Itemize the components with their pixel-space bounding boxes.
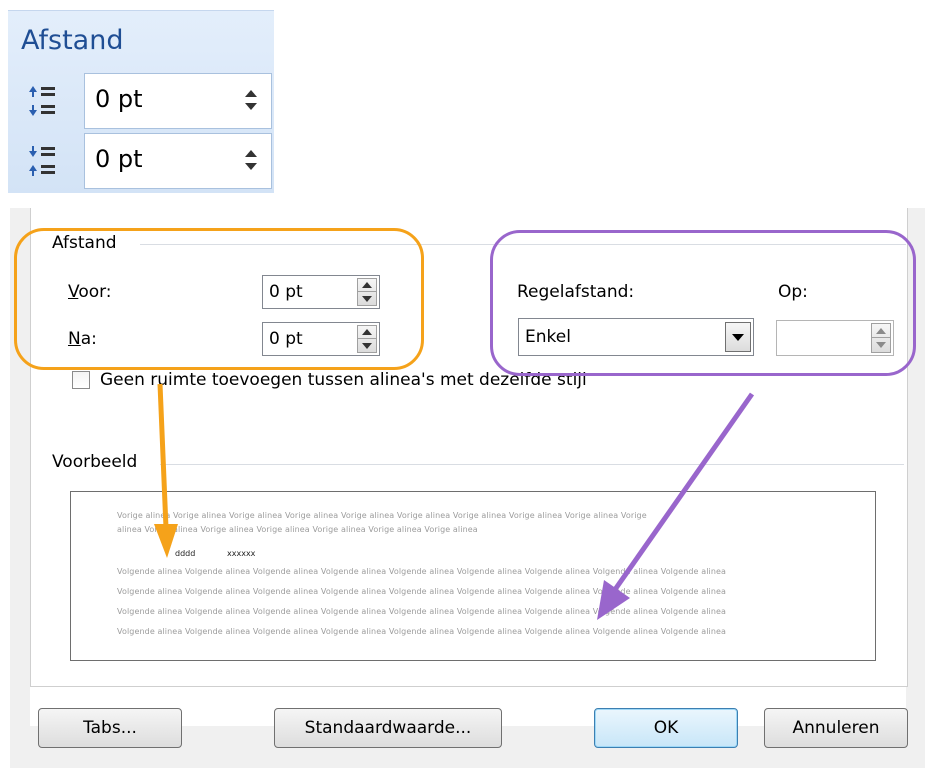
- ribbon-group-title: Afstand: [21, 25, 124, 56]
- section-preview-title: Voorbeeld: [50, 452, 140, 472]
- preview-previous-line: Vorige alinea Vorige alinea Vorige aline…: [117, 511, 647, 520]
- section-divider: [160, 464, 904, 465]
- spacing-before-value: 0 pt: [95, 85, 143, 113]
- spacing-after-value: 0 pt: [95, 145, 143, 173]
- preview-current-text: xxxxxx: [227, 549, 256, 558]
- paragraph-preview: Vorige alinea Vorige alinea Vorige aline…: [70, 491, 876, 661]
- preview-next-line: Volgende alinea Volgende alinea Volgende…: [117, 567, 727, 576]
- spin-arrows-icon[interactable]: [243, 84, 259, 116]
- tabs-button[interactable]: Tabs...: [38, 708, 182, 748]
- paragraph-dialog: Afstand Voor: 0 pt Na: 0 pt Regelafstand…: [0, 208, 929, 778]
- spacing-before-icon: [29, 86, 55, 116]
- spacing-before-input[interactable]: 0 pt: [84, 73, 272, 129]
- no-space-same-style-checkbox[interactable]: [72, 371, 90, 389]
- preview-current-text: dddd: [175, 549, 196, 558]
- spacing-after-icon: [29, 146, 55, 176]
- spin-arrows-icon[interactable]: [243, 144, 259, 176]
- ribbon-spacing-before-row: 0 pt: [18, 73, 272, 129]
- highlight-voor-na: [14, 228, 424, 370]
- cancel-button[interactable]: Annuleren: [764, 708, 908, 748]
- highlight-line-spacing: [490, 230, 916, 376]
- ok-button[interactable]: OK: [594, 708, 738, 748]
- preview-next-line: Volgende alinea Volgende alinea Volgende…: [117, 627, 727, 636]
- preview-previous-line: alinea Vorige alinea Vorige alinea Vorig…: [117, 525, 478, 534]
- set-default-button[interactable]: Standaardwaarde...: [274, 708, 502, 748]
- ribbon-spacing-after-row: 0 pt: [18, 133, 272, 189]
- ribbon-spacing-group: Afstand 0 pt 0 pt: [8, 10, 274, 193]
- preview-next-line: Volgende alinea Volgende alinea Volgende…: [117, 587, 727, 596]
- spacing-after-input[interactable]: 0 pt: [84, 133, 272, 189]
- preview-next-line: Volgende alinea Volgende alinea Volgende…: [117, 607, 727, 616]
